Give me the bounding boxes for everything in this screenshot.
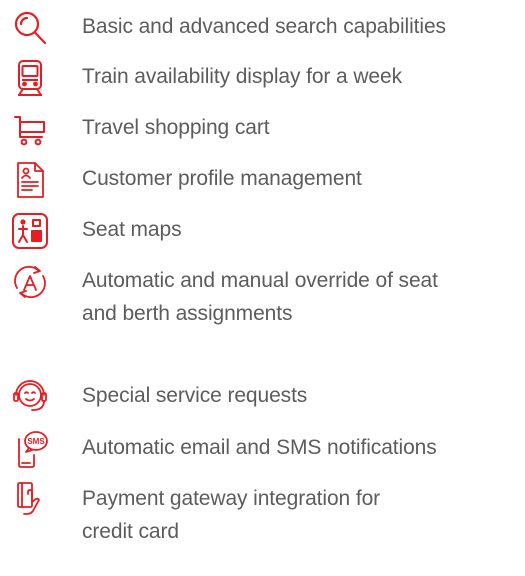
customer-service-headset-icon	[10, 377, 50, 417]
seat-map-icon	[10, 211, 50, 251]
feature-label: Payment gateway integration for credit c…	[82, 487, 381, 543]
sms-notification-icon: SMS	[10, 429, 50, 469]
feature-label: Train availability display for a week	[82, 65, 402, 88]
payment-card-icon	[10, 480, 50, 520]
feature-label: Automatic email and SMS notifications	[82, 436, 437, 459]
feature-label: Automatic and manual override of seat an…	[82, 269, 438, 325]
feature-list: Basic and advanced search capabilities T…	[0, 0, 525, 576]
feature-label: Travel shopping cart	[82, 116, 270, 139]
feature-label: Customer profile management	[82, 167, 362, 190]
feature-label: Special service requests	[82, 384, 308, 407]
svg-text:SMS: SMS	[27, 437, 45, 446]
feature-label: Basic and advanced search capabilities	[82, 15, 446, 38]
shopping-cart-icon	[10, 109, 50, 149]
search-icon	[10, 8, 50, 48]
feature-label: Seat maps	[82, 218, 182, 241]
profile-document-icon	[10, 160, 50, 200]
train-icon	[10, 58, 50, 98]
seat-override-icon	[10, 262, 50, 302]
